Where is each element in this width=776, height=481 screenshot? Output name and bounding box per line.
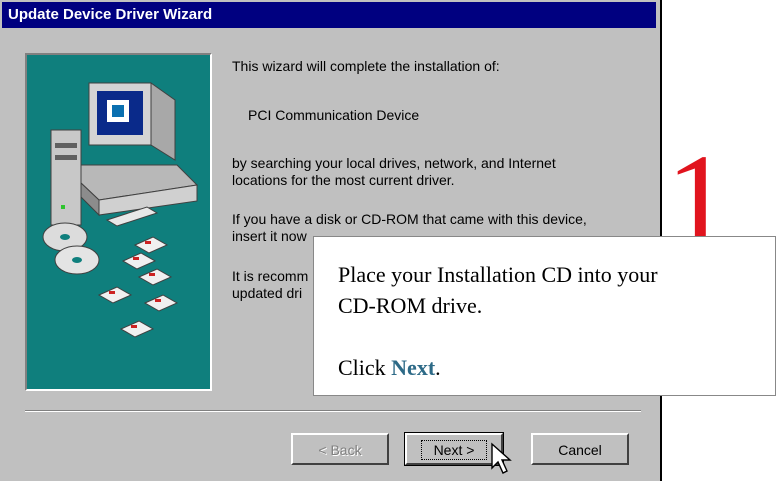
recommend-text-line-1: It is recomm: [232, 268, 309, 284]
step-number: 1: [666, 128, 731, 272]
recommend-text-line-2: updated dri: [232, 285, 303, 301]
callout-line-2: CD-ROM drive.: [338, 293, 483, 318]
mouse-cursor-icon: [491, 442, 512, 474]
callout-line-1: Place your Installation CD into your: [338, 262, 658, 287]
wizard-illustration: [25, 53, 212, 391]
search-text-line-2: locations for the most current driver.: [232, 172, 455, 188]
cancel-button[interactable]: Cancel: [531, 433, 629, 465]
disk-text-line-1: If you have a disk or CD-ROM that came w…: [232, 211, 587, 227]
callout-click-text: Click: [338, 355, 392, 380]
callout-period: .: [435, 355, 441, 380]
callout-next-text: Next: [391, 355, 436, 380]
button-separator: [25, 410, 641, 412]
back-button[interactable]: < Back: [291, 433, 389, 465]
device-name: PCI Communication Device: [248, 107, 420, 123]
next-button-label: Next >: [420, 440, 488, 460]
window-title: Update Device Driver Wizard: [2, 2, 656, 28]
computer-cd-illustration: [42, 82, 199, 338]
intro-text: This wizard will complete the installati…: [232, 58, 500, 74]
disk-text-line-2: insert it now: [232, 228, 307, 244]
search-text-line-1: by searching your local drives, network,…: [232, 155, 556, 171]
next-button[interactable]: Next >: [404, 432, 504, 466]
callout-click-line: Click Next.: [338, 352, 751, 383]
instruction-callout: Place your Installation CD into your CD-…: [313, 236, 776, 396]
